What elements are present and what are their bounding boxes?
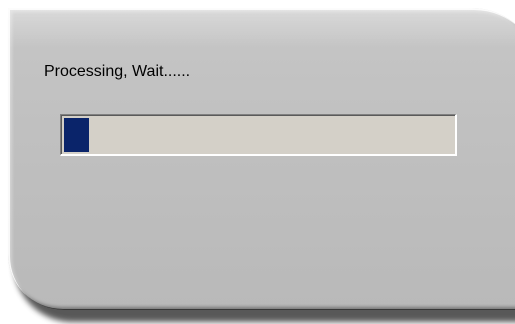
- status-message: Processing, Wait......: [44, 63, 191, 80]
- processing-dialog: [8, 8, 515, 310]
- screen: Processing, Wait......: [0, 0, 515, 324]
- progress-fill: [64, 118, 89, 152]
- progress-bar: [60, 114, 457, 156]
